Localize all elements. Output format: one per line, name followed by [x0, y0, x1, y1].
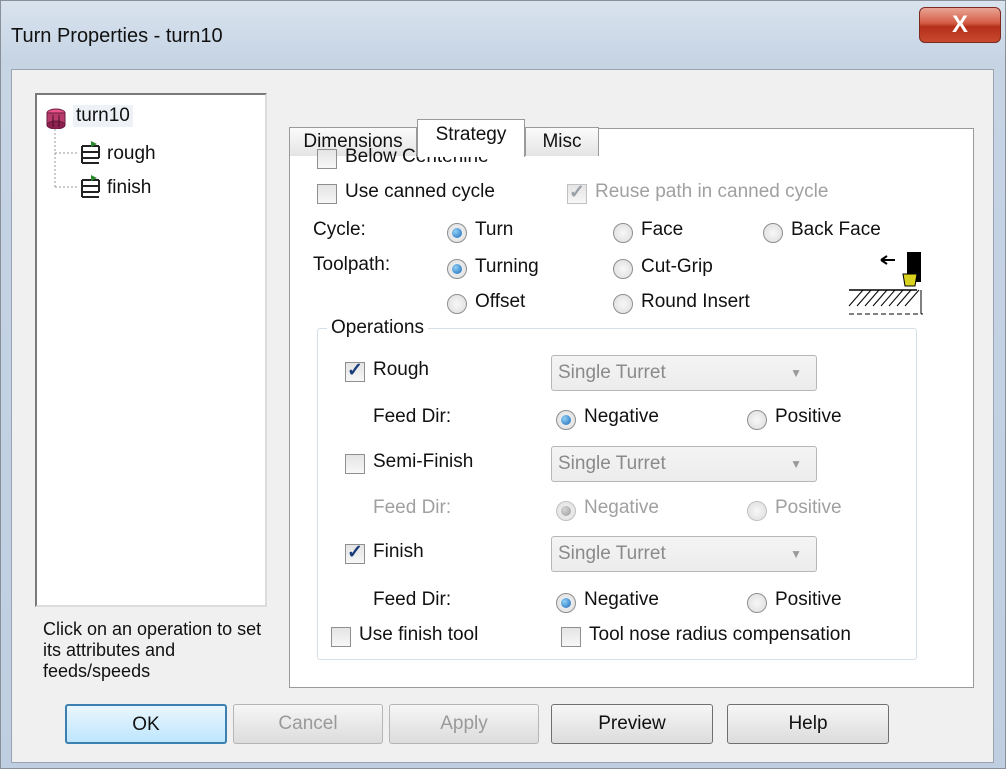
use-finish-tool-label: Use finish tool: [359, 624, 479, 645]
tree-root-turn10[interactable]: turn10: [73, 105, 133, 127]
operations-group-label: Operations: [327, 317, 428, 339]
rough-op-icon: [81, 141, 100, 164]
semi-finish-positive-label: Positive: [775, 497, 842, 518]
hint-text: Click on an operation to set its attribu…: [43, 619, 262, 681]
semi-finish-positive-radio[interactable]: [747, 501, 767, 521]
semi-finish-turret-value: Single Turret: [558, 453, 666, 474]
cycle-turn-radio[interactable]: [447, 223, 467, 243]
semi-finish-negative-radio[interactable]: [556, 501, 576, 521]
rough-turret-select[interactable]: Single Turret ▼: [551, 355, 817, 391]
dialog-window: Turn Properties - turn10 X turn10 rough …: [0, 0, 1006, 769]
toolpath-offset-label: Offset: [475, 291, 526, 312]
rough-label: Rough: [373, 359, 429, 380]
semi-finish-checkbox[interactable]: [345, 454, 365, 474]
reuse-path-checkbox[interactable]: [567, 181, 587, 204]
tool-nose-radius-checkbox[interactable]: [561, 627, 581, 647]
close-icon: X: [951, 11, 968, 38]
cycle-label: Cycle:: [313, 219, 366, 240]
tab-strategy[interactable]: Strategy: [417, 119, 525, 157]
finish-positive-label: Positive: [775, 589, 842, 610]
rough-turret-value: Single Turret: [558, 362, 666, 383]
rough-negative-label: Negative: [584, 406, 659, 427]
rough-checkbox[interactable]: [345, 359, 365, 382]
preview-button[interactable]: Preview: [551, 704, 713, 744]
semi-finish-turret-select[interactable]: Single Turret ▼: [551, 446, 817, 482]
finish-feed-dir-label: Feed Dir:: [373, 589, 452, 610]
ok-button[interactable]: OK: [65, 704, 227, 744]
help-button[interactable]: Help: [727, 704, 889, 744]
tree-item-finish[interactable]: finish: [107, 177, 151, 199]
semi-finish-negative-label: Negative: [584, 497, 659, 518]
rough-feed-dir-label: Feed Dir:: [373, 406, 452, 427]
close-button[interactable]: X: [919, 7, 1001, 43]
finish-label: Finish: [373, 541, 424, 562]
toolpath-offset-radio[interactable]: [447, 294, 467, 314]
toolpath-cut-grip-radio[interactable]: [613, 259, 633, 279]
use-finish-tool-checkbox[interactable]: [331, 627, 351, 647]
rough-positive-label: Positive: [775, 406, 842, 427]
toolpath-turning-label: Turning: [475, 256, 539, 277]
window-title: Turn Properties - turn10: [11, 25, 223, 47]
rough-positive-radio[interactable]: [747, 410, 767, 430]
cycle-face-radio[interactable]: [613, 223, 633, 243]
toolpath-cut-grip-label: Cut-Grip: [641, 256, 713, 277]
tab-misc[interactable]: Misc: [525, 127, 599, 156]
cycle-face-label: Face: [641, 219, 684, 240]
cycle-back-face-radio[interactable]: [763, 223, 783, 243]
toolpath-label: Toolpath:: [313, 254, 391, 275]
finish-negative-radio[interactable]: [556, 593, 576, 613]
toolpath-turning-radio[interactable]: [447, 259, 467, 279]
turning-tool-diagram: [848, 252, 923, 315]
reuse-path-label: Reuse path in canned cycle: [595, 181, 829, 202]
use-canned-cycle-checkbox[interactable]: [317, 184, 337, 204]
semi-finish-label: Semi-Finish: [373, 451, 474, 472]
rough-negative-radio[interactable]: [556, 410, 576, 430]
cycle-back-face-label: Back Face: [791, 219, 881, 240]
chevron-down-icon: ▼: [790, 366, 802, 380]
finish-positive-radio[interactable]: [747, 593, 767, 613]
toolpath-round-insert-radio[interactable]: [613, 294, 633, 314]
apply-button[interactable]: Apply: [389, 704, 539, 744]
tool-nose-radius-label: Tool nose radius compensation: [589, 624, 851, 645]
below-centerline-checkbox[interactable]: [317, 149, 337, 169]
finish-checkbox[interactable]: [345, 541, 365, 564]
chevron-down-icon: ▼: [790, 457, 802, 471]
semi-finish-feed-dir-label: Feed Dir:: [373, 497, 452, 518]
chevron-down-icon: ▼: [790, 547, 802, 561]
finish-turret-select[interactable]: Single Turret ▼: [551, 536, 817, 572]
toolpath-round-insert-label: Round Insert: [641, 291, 750, 312]
cancel-button[interactable]: Cancel: [233, 704, 383, 744]
finish-negative-label: Negative: [584, 589, 659, 610]
cycle-turn-label: Turn: [475, 219, 514, 240]
title-bar[interactable]: Turn Properties - turn10 X: [1, 1, 1006, 71]
tree-item-rough[interactable]: rough: [107, 143, 156, 165]
finish-op-icon: [81, 175, 100, 198]
use-canned-cycle-label: Use canned cycle: [345, 181, 495, 202]
operation-tree[interactable]: turn10 rough finish: [35, 93, 267, 607]
turn-icon: [46, 108, 66, 129]
finish-turret-value: Single Turret: [558, 543, 666, 564]
